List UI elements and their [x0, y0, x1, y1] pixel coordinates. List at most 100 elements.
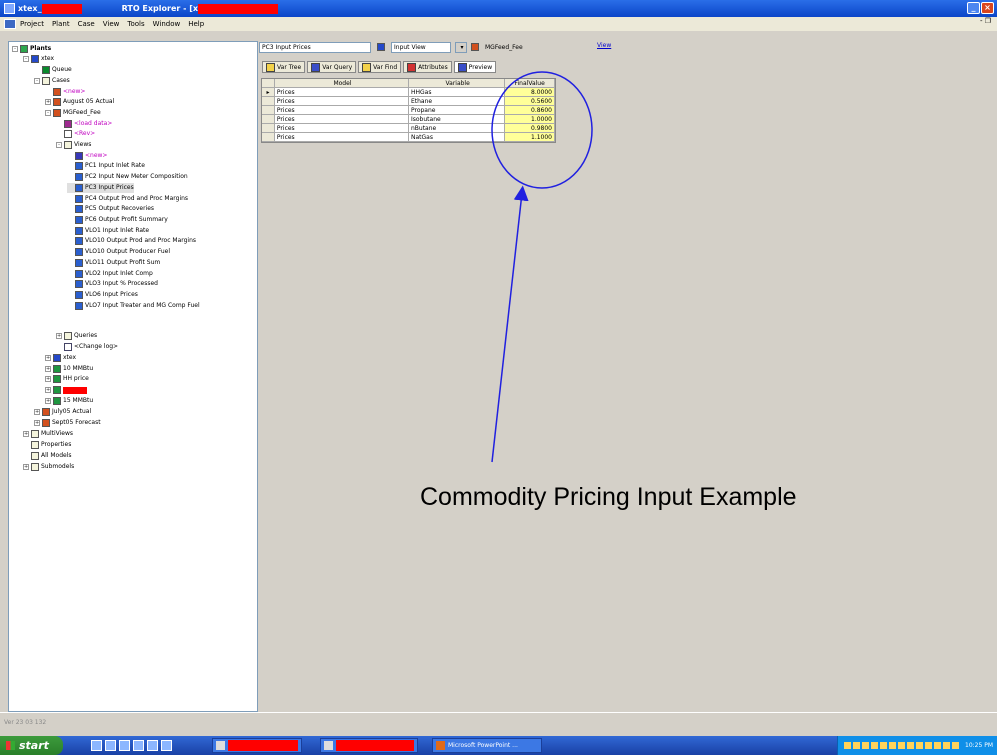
- tab-var-tree[interactable]: Var Tree: [262, 61, 306, 73]
- finalvalue-cell[interactable]: 0.9800: [505, 124, 555, 133]
- expand-icon[interactable]: +: [45, 376, 51, 382]
- finalvalue-cell[interactable]: 0.8600: [505, 106, 555, 115]
- tab-var-query[interactable]: Var Query: [307, 61, 357, 73]
- expand-icon[interactable]: +: [34, 420, 40, 426]
- quicklaunch-icon[interactable]: [133, 740, 144, 751]
- tray-icon[interactable]: [943, 742, 950, 749]
- tree-node[interactable]: - Plants: [12, 44, 51, 54]
- tree-node[interactable]: + xtex: [45, 353, 76, 363]
- expand-icon[interactable]: +: [56, 333, 62, 339]
- tree-node[interactable]: PC5 Output Recoveries: [67, 204, 154, 214]
- menu-view[interactable]: View: [103, 20, 120, 28]
- tree-node[interactable]: PC1 Input Inlet Rate: [67, 161, 145, 171]
- tree-node[interactable]: + Queries: [56, 331, 97, 341]
- table-row[interactable]: ▸ Prices HHGas 8.0000: [262, 88, 555, 97]
- variable-cell[interactable]: Isobutane: [408, 115, 506, 124]
- finalvalue-cell[interactable]: 0.5600: [505, 97, 555, 106]
- expand-icon[interactable]: +: [23, 431, 29, 437]
- tab-var-find[interactable]: Var Find: [358, 61, 402, 73]
- menu-tools[interactable]: Tools: [127, 20, 144, 28]
- tree-node[interactable]: - MGFeed_Fee: [45, 108, 101, 118]
- table-row[interactable]: Prices Propane 0.8600: [262, 106, 555, 115]
- table-row[interactable]: Prices Isobutane 1.0000: [262, 115, 555, 124]
- collapse-icon[interactable]: -: [12, 46, 18, 52]
- row-header[interactable]: [262, 115, 275, 124]
- tree-node[interactable]: Properties: [23, 440, 71, 450]
- tree-node[interactable]: <new>: [67, 151, 107, 161]
- tree-node[interactable]: PC4 Output Prod and Proc Margins: [67, 194, 188, 204]
- column-header-model[interactable]: Model: [274, 79, 409, 88]
- menu-window[interactable]: Window: [153, 20, 181, 28]
- tray-icon[interactable]: [916, 742, 923, 749]
- row-header[interactable]: [262, 124, 275, 133]
- table-row[interactable]: Prices nButane 0.9800: [262, 124, 555, 133]
- row-header[interactable]: [262, 133, 275, 142]
- project-tree[interactable]: - Plants - xtex Queue - Cases <new> + August 05 A…: [8, 41, 258, 712]
- tree-node[interactable]: VLO11 Output Profit Sum: [67, 258, 160, 268]
- tray-icon[interactable]: [871, 742, 878, 749]
- chevron-down-icon[interactable]: ▾: [455, 41, 467, 53]
- variable-cell[interactable]: Ethane: [408, 97, 506, 106]
- model-cell[interactable]: Prices: [274, 115, 409, 124]
- taskbar-item[interactable]: [212, 738, 302, 753]
- tray-icon[interactable]: [889, 742, 896, 749]
- column-header-variable[interactable]: Variable: [408, 79, 506, 88]
- taskbar-item[interactable]: [320, 738, 418, 753]
- expand-icon[interactable]: +: [45, 398, 51, 404]
- collapse-icon[interactable]: -: [56, 142, 62, 148]
- menu-case[interactable]: Case: [78, 20, 95, 28]
- expand-icon[interactable]: +: [34, 409, 40, 415]
- view-type-select[interactable]: Input View: [391, 41, 451, 53]
- quicklaunch-icon[interactable]: [161, 740, 172, 751]
- tree-node[interactable]: <load data>: [56, 119, 112, 129]
- tray-icon[interactable]: [925, 742, 932, 749]
- tree-node[interactable]: VLO6 Input Prices: [67, 290, 138, 300]
- column-header-finalvalue[interactable]: FinalValue: [505, 79, 555, 88]
- tree-node[interactable]: VLO7 Input Treater and MG Comp Fuel: [67, 301, 200, 311]
- current-row-indicator[interactable]: ▸: [262, 88, 275, 97]
- variable-cell[interactable]: NatGas: [408, 133, 506, 142]
- finalvalue-cell[interactable]: 1.0000: [505, 115, 555, 124]
- tree-node[interactable]: <Change log>: [56, 342, 118, 352]
- quicklaunch-icon[interactable]: [105, 740, 116, 751]
- tray-icon[interactable]: [853, 742, 860, 749]
- quicklaunch-icon[interactable]: [147, 740, 158, 751]
- tree-node[interactable]: <new>: [45, 87, 85, 97]
- tree-node[interactable]: Queue: [34, 65, 72, 75]
- tray-icon[interactable]: [880, 742, 887, 749]
- tree-node[interactable]: +15 MMBtu: [45, 396, 93, 406]
- model-cell[interactable]: Prices: [274, 88, 409, 97]
- variable-cell[interactable]: Propane: [408, 106, 506, 115]
- tab-attributes[interactable]: Attributes: [403, 61, 452, 73]
- expand-icon[interactable]: +: [45, 387, 51, 393]
- clock[interactable]: 10:25 PM: [965, 742, 993, 749]
- tree-node[interactable]: + July05 Actual: [34, 407, 91, 417]
- tree-node[interactable]: VLO2 Input Inlet Comp: [67, 269, 153, 279]
- model-cell[interactable]: Prices: [274, 124, 409, 133]
- model-cell[interactable]: Prices: [274, 133, 409, 142]
- tree-node[interactable]: + MultiViews: [23, 429, 73, 439]
- variable-cell[interactable]: nButane: [408, 124, 506, 133]
- finalvalue-cell[interactable]: 1.1000: [505, 133, 555, 142]
- tree-node[interactable]: VLO1 Input Inlet Rate: [67, 226, 149, 236]
- menu-plant[interactable]: Plant: [52, 20, 70, 28]
- tree-node[interactable]: PC2 Input New Meter Composition: [67, 172, 188, 182]
- taskbar-item-powerpoint[interactable]: Microsoft PowerPoint ...: [432, 738, 542, 753]
- menu-project[interactable]: Project: [20, 20, 44, 28]
- tree-node[interactable]: + HH price: [45, 374, 89, 384]
- variable-cell[interactable]: HHGas: [408, 88, 506, 97]
- tree-node[interactable]: - Cases: [34, 76, 70, 86]
- tray-icon[interactable]: [844, 742, 851, 749]
- table-row[interactable]: Prices NatGas 1.1000: [262, 133, 555, 142]
- tree-node[interactable]: - xtex: [23, 54, 54, 64]
- tree-node[interactable]: +10 MMBtu: [45, 364, 93, 374]
- mdi-controls[interactable]: - ❐: [980, 17, 991, 25]
- tree-node[interactable]: PC3 Input Prices: [67, 183, 134, 193]
- tree-node[interactable]: PC6 Output Profit Summary: [67, 215, 168, 225]
- tray-icon[interactable]: [907, 742, 914, 749]
- row-header[interactable]: [262, 106, 275, 115]
- start-button[interactable]: start: [0, 736, 63, 755]
- tree-node[interactable]: VLO3 Input % Processed: [67, 279, 158, 289]
- collapse-icon[interactable]: -: [45, 110, 51, 116]
- collapse-icon[interactable]: -: [34, 78, 40, 84]
